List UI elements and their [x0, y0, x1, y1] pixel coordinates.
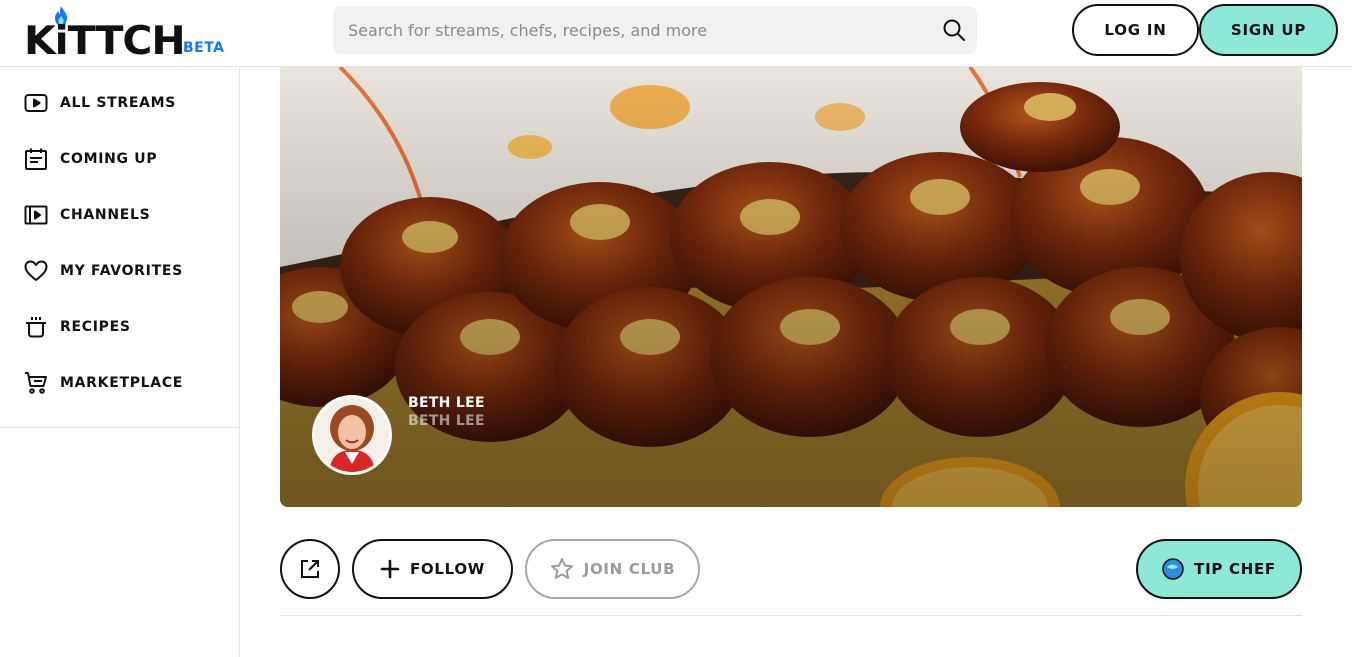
- star-icon: [550, 557, 574, 581]
- channel-banner: BETH LEE BETH LEE: [280, 67, 1302, 507]
- follow-label: FOLLOW: [409, 560, 486, 578]
- plus-icon: [380, 559, 400, 579]
- sidebar-item-all-streams[interactable]: ALL STREAMS: [0, 75, 239, 131]
- sidebar-item-coming-up[interactable]: COMING UP: [0, 131, 239, 187]
- sidebar-item-label: RECIPES: [60, 319, 131, 335]
- channel-actions: FOLLOW JOIN CLUB TIP CHEF: [280, 539, 1302, 599]
- tip-chef-label: TIP CHEF: [1194, 560, 1276, 578]
- join-club-button[interactable]: JOIN CLUB: [525, 539, 700, 599]
- follow-button[interactable]: FOLLOW: [352, 539, 513, 599]
- sidebar: ALL STREAMS COMING UP CHANNELS MY FAVORI…: [0, 67, 240, 657]
- chef-name[interactable]: BETH LEE: [408, 395, 485, 411]
- sidebar-item-label: ALL STREAMS: [60, 95, 177, 111]
- channels-icon: [24, 203, 48, 227]
- challah-bread-image: [280, 67, 1302, 507]
- share-button[interactable]: [280, 539, 340, 599]
- calendar-icon: [24, 147, 48, 171]
- sidebar-item-label: MARKETPLACE: [60, 375, 184, 391]
- kittch-logo[interactable]: KiTTCH BETA: [24, 6, 225, 62]
- sidebar-item-marketplace[interactable]: MARKETPLACE: [0, 355, 239, 411]
- top-header: KiTTCH BETA LOG IN SIGN UP: [0, 0, 1352, 67]
- logo-wordmark: KiTTCH: [24, 19, 186, 64]
- chef-avatar[interactable]: [312, 395, 392, 475]
- search-icon[interactable]: [942, 18, 966, 42]
- share-icon: [301, 560, 319, 578]
- sidebar-item-label: CHANNELS: [60, 207, 151, 223]
- join-club-label: JOIN CLUB: [583, 560, 676, 578]
- heart-icon: [24, 259, 48, 283]
- sidebar-nav: ALL STREAMS COMING UP CHANNELS MY FAVORI…: [0, 67, 239, 428]
- play-icon: [24, 91, 48, 115]
- beta-badge: BETA: [182, 40, 225, 56]
- cart-icon: [24, 371, 48, 395]
- pot-icon: [24, 315, 48, 339]
- search-bar: [333, 6, 977, 54]
- sidebar-item-label: MY FAVORITES: [60, 263, 183, 279]
- search-input[interactable]: [333, 6, 933, 54]
- sidebar-item-my-favorites[interactable]: MY FAVORITES: [0, 243, 239, 299]
- tip-chef-button[interactable]: TIP CHEF: [1136, 539, 1302, 599]
- sidebar-item-recipes[interactable]: RECIPES: [0, 299, 239, 355]
- coin-icon: [1162, 558, 1184, 580]
- chef-handle: BETH LEE: [408, 413, 485, 429]
- sidebar-item-channels[interactable]: CHANNELS: [0, 187, 239, 243]
- section-divider: [280, 615, 1302, 616]
- login-button[interactable]: LOG IN: [1072, 4, 1199, 56]
- sidebar-item-label: COMING UP: [60, 151, 158, 167]
- signup-button[interactable]: SIGN UP: [1199, 4, 1338, 56]
